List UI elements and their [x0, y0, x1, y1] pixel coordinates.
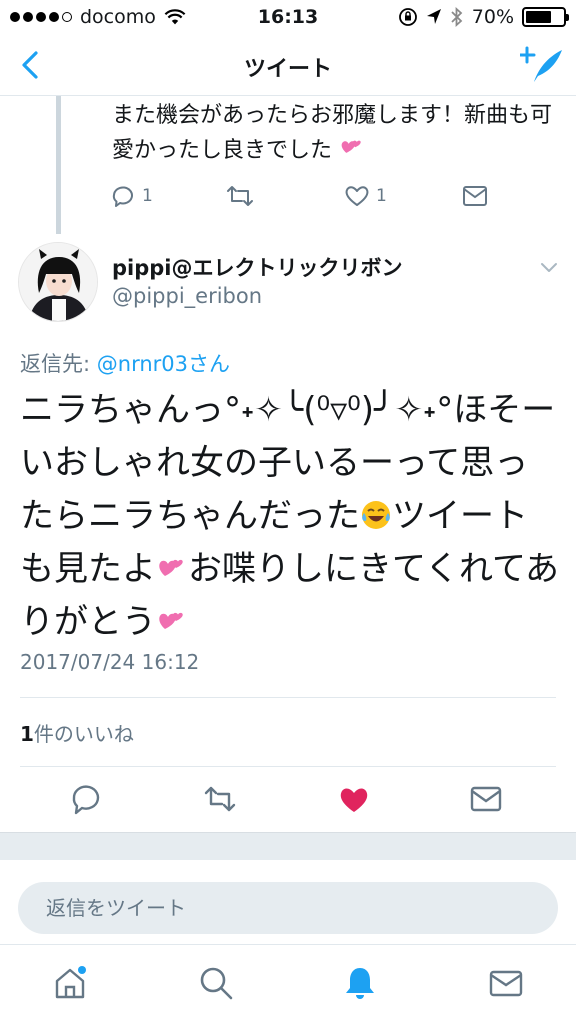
nav-bar: ツイート — [0, 34, 576, 96]
parent-tweet-body: また機会があったらお邪魔します！新曲も可愛かったし良きでした — [112, 103, 553, 163]
location-arrow-icon — [426, 9, 441, 24]
status-bar: docomo 16:13 70% — [0, 0, 576, 34]
page-title: ツイート — [243, 57, 332, 82]
two-hearts-emoji-icon — [341, 140, 361, 153]
section-divider — [0, 832, 576, 860]
battery-level — [526, 11, 552, 23]
battery-icon — [522, 7, 569, 27]
reply-icon — [112, 186, 133, 207]
parent-reply-count: 1 — [142, 186, 153, 206]
battery-percent: 70% — [471, 6, 514, 28]
notifications-bell-icon[interactable] — [342, 965, 378, 1001]
reply-to-line: 返信先: @nrnr03さん — [20, 348, 230, 378]
tweet-text: ニラちゃんっ°˖✧╰(⁰▿⁰)╯✧˖°ほそーいおしゃれ女の子いるーって思ったらニ… — [20, 384, 560, 649]
two-hearts-emoji-icon — [159, 612, 183, 629]
two-hearts-emoji-icon — [159, 559, 183, 576]
bluetooth-icon — [451, 7, 463, 27]
parent-retweet-button[interactable] — [226, 178, 254, 214]
divider — [20, 697, 556, 698]
messages-envelope-icon[interactable] — [488, 965, 524, 1001]
reply-composer-area: 返信をツイート — [0, 860, 576, 940]
tab-bar — [0, 944, 576, 1024]
retweet-icon[interactable] — [204, 782, 236, 816]
envelope-icon — [463, 186, 487, 206]
tweet-actions — [0, 768, 576, 832]
likes-count-link[interactable]: 1件のいいね — [20, 718, 134, 747]
likes-count-number: 1 — [20, 722, 34, 746]
reply-input[interactable]: 返信をツイート — [18, 882, 558, 934]
search-icon[interactable] — [198, 965, 234, 1001]
retweet-icon — [227, 186, 253, 206]
tweet-timestamp: 2017/07/24 16:12 — [20, 650, 200, 674]
parent-tweet-text[interactable]: また機会があったらお邪魔します！新曲も可愛かったし良きでした — [112, 98, 562, 168]
username[interactable]: @pippi_eribon — [112, 284, 262, 308]
chevron-down-icon[interactable] — [538, 256, 560, 278]
heart-outline-icon — [345, 186, 369, 206]
parent-like-button[interactable]: 1 — [344, 178, 387, 214]
status-right: 70% — [398, 6, 569, 28]
reply-icon[interactable] — [70, 782, 102, 816]
divider — [20, 766, 556, 767]
thread-connector-line — [56, 96, 61, 234]
parent-like-count: 1 — [376, 186, 387, 206]
heart-filled-icon[interactable] — [338, 782, 370, 816]
avatar-image — [19, 243, 97, 321]
parent-reply-button[interactable]: 1 — [110, 178, 153, 214]
parent-dm-button[interactable] — [462, 178, 488, 214]
compose-tweet-icon[interactable] — [520, 44, 564, 84]
envelope-icon[interactable] — [470, 782, 502, 816]
orientation-lock-icon — [398, 8, 417, 26]
tears-of-joy-emoji-icon — [362, 501, 390, 529]
display-name[interactable]: pippi@エレクトリックリボン — [112, 252, 403, 282]
avatar[interactable] — [18, 242, 98, 322]
home-icon[interactable] — [52, 965, 88, 1001]
parent-tweet-actions: 1 1 — [110, 178, 510, 218]
reply-to-label: 返信先: — [20, 352, 97, 376]
likes-count-label: 件のいいね — [33, 722, 134, 746]
reply-to-mention[interactable]: @nrnr03さん — [97, 352, 230, 376]
